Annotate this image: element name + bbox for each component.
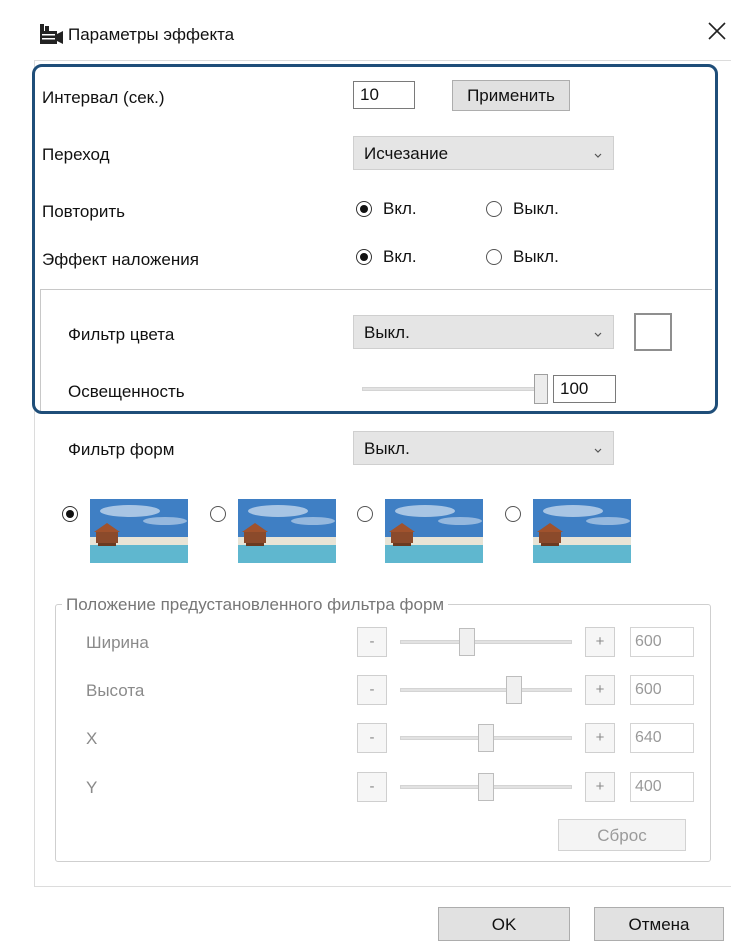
preset-slider-thumb[interactable] (478, 773, 494, 801)
beach-thumbnail-image[interactable] (385, 499, 483, 563)
cancel-button[interactable]: Отмена (594, 907, 724, 941)
chevron-down-icon (593, 441, 603, 453)
increment-button[interactable]: + (585, 723, 615, 753)
preset-value-input[interactable]: 600 (630, 627, 694, 657)
shape-thumbnail-radio[interactable] (357, 506, 373, 522)
highlight-frame (32, 64, 718, 414)
increment-button[interactable]: + (585, 675, 615, 705)
shape-thumbnail-radio[interactable] (505, 506, 521, 522)
beach-thumbnail-image[interactable] (533, 499, 631, 563)
reset-button[interactable]: Сброс (558, 819, 686, 851)
preset-position-group-title: Положение предустановленного фильтра фор… (62, 595, 449, 615)
preset-slider-track[interactable] (400, 640, 572, 644)
ok-button[interactable]: OK (438, 907, 570, 941)
preset-row-label: Высота (86, 681, 145, 700)
shape-filter-dropdown[interactable]: Выкл. (353, 431, 614, 465)
increment-button[interactable]: + (585, 772, 615, 802)
shape-filter-label: Фильтр форм (68, 440, 175, 459)
preset-row-label: Y (86, 778, 98, 797)
preset-value-input[interactable]: 640 (630, 723, 694, 753)
preset-slider-track[interactable] (400, 688, 572, 692)
decrement-button[interactable]: - (357, 723, 387, 753)
preset-slider-thumb[interactable] (478, 724, 494, 752)
preset-row-label: X (86, 729, 98, 748)
preset-value-input[interactable]: 400 (630, 772, 694, 802)
preset-value-input[interactable]: 600 (630, 675, 694, 705)
decrement-button[interactable]: - (357, 627, 387, 657)
preset-slider-thumb[interactable] (506, 676, 523, 704)
shape-thumbnail-radio[interactable] (210, 506, 226, 522)
increment-button[interactable]: + (585, 627, 615, 657)
window-title: Параметры эффекта (68, 25, 235, 44)
effect-settings-icon (38, 22, 64, 46)
beach-thumbnail-image[interactable] (90, 499, 188, 563)
beach-thumbnail-image[interactable] (238, 499, 336, 563)
shape-thumbnail-radio[interactable] (62, 506, 78, 522)
close-icon[interactable] (706, 20, 728, 42)
preset-row-label: Ширина (86, 633, 149, 652)
preset-slider-thumb[interactable] (459, 628, 476, 656)
shape-filter-selected: Выкл. (364, 439, 410, 458)
decrement-button[interactable]: - (357, 772, 387, 802)
decrement-button[interactable]: - (357, 675, 387, 705)
